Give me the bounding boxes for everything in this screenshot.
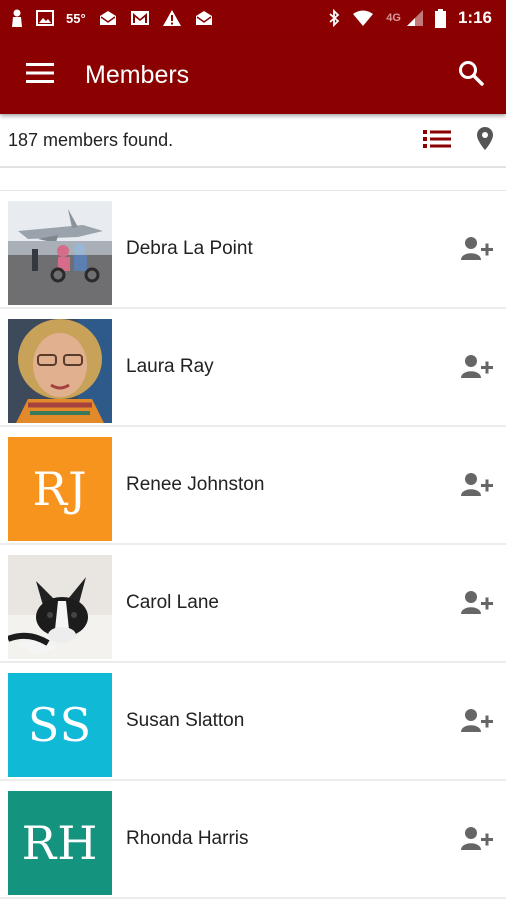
add-person-icon <box>461 236 493 265</box>
member-name: Susan Slatton <box>126 710 245 731</box>
add-friend-button[interactable] <box>458 235 496 265</box>
list-view-button[interactable] <box>420 126 454 156</box>
status-bar: 55° 4G 1:16 <box>0 0 506 36</box>
add-friend-button[interactable] <box>458 825 496 855</box>
gmail-icon <box>130 10 150 26</box>
mail-icon <box>194 10 214 26</box>
list-item[interactable]: RH Rhonda Harris <box>0 781 506 899</box>
avatar-initials: RJ <box>32 462 88 516</box>
jet-and-wheelchairs-photo <box>8 201 112 305</box>
list-icon <box>423 129 451 154</box>
add-friend-button[interactable] <box>458 353 496 383</box>
avatar <box>8 319 112 423</box>
warning-icon <box>162 9 182 27</box>
list-item[interactable]: Laura Ray <box>0 309 506 427</box>
menu-button[interactable] <box>0 36 80 114</box>
clock-text: 1:16 <box>457 8 492 27</box>
add-person-icon <box>461 708 493 737</box>
member-name: Debra La Point <box>126 238 253 259</box>
add-friend-button[interactable] <box>458 707 496 737</box>
mail-icon <box>98 10 118 26</box>
person-icon <box>10 9 24 27</box>
list-item[interactable]: Carol Lane <box>0 545 506 663</box>
avatar-initials: RH <box>21 816 99 870</box>
list-item[interactable]: SS Susan Slatton <box>0 663 506 781</box>
bluetooth-icon <box>328 9 340 27</box>
woman-with-glasses-photo <box>8 319 112 423</box>
member-name: Renee Johnston <box>126 474 265 495</box>
battery-icon <box>434 8 446 28</box>
map-pin-icon <box>476 126 494 156</box>
hamburger-menu-icon <box>26 62 54 89</box>
member-name: Rhonda Harris <box>126 828 249 849</box>
page-title: Members <box>85 60 190 89</box>
add-friend-button[interactable] <box>458 589 496 619</box>
member-name: Laura Ray <box>126 356 214 377</box>
add-person-icon <box>461 590 493 619</box>
avatar: RJ <box>8 437 112 541</box>
add-person-icon <box>461 826 493 855</box>
add-person-icon <box>461 354 493 383</box>
results-bar: 187 members found. <box>0 114 506 168</box>
search-button[interactable] <box>436 36 506 114</box>
network-type-text: 4G <box>386 12 401 24</box>
image-icon <box>36 10 54 26</box>
avatar <box>8 201 112 305</box>
app-bar: Members <box>0 36 506 114</box>
avatar: SS <box>8 673 112 777</box>
status-system: 4G 1:16 <box>328 8 492 28</box>
members-list: Debra La Point Laura Ray RJ Renee Johnst… <box>0 190 506 899</box>
wifi-icon <box>352 10 374 26</box>
add-friend-button[interactable] <box>458 471 496 501</box>
avatar: RH <box>8 791 112 895</box>
list-item[interactable]: Debra La Point <box>0 191 506 309</box>
add-person-icon <box>461 472 493 501</box>
avatar <box>8 555 112 659</box>
list-item[interactable]: RJ Renee Johnston <box>0 427 506 545</box>
status-notifications: 55° <box>10 9 214 27</box>
map-view-button[interactable] <box>470 124 500 158</box>
search-icon <box>458 60 484 91</box>
temperature-text: 55° <box>66 10 86 26</box>
avatar-initials: SS <box>27 698 93 752</box>
boston-terrier-photo <box>8 555 112 659</box>
signal-icon <box>406 10 423 26</box>
member-name: Carol Lane <box>126 592 219 613</box>
member-count-text: 187 members found. <box>8 129 174 150</box>
